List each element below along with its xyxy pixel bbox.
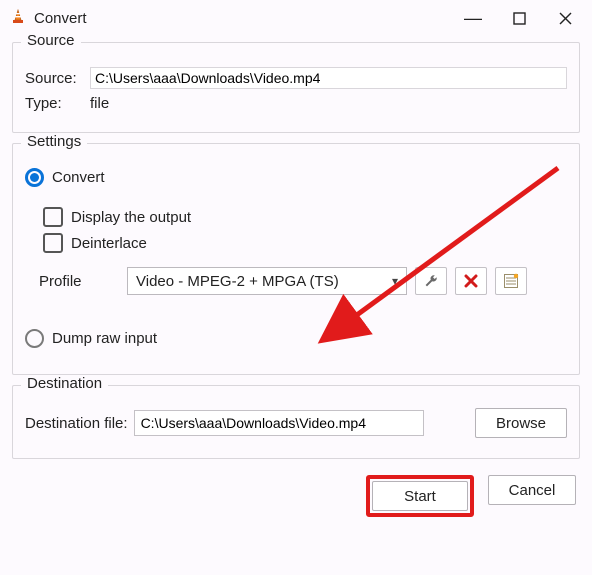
type-label: Type: (25, 95, 90, 112)
minimize-button[interactable]: — (450, 1, 496, 35)
edit-profile-button[interactable] (415, 267, 447, 295)
list-icon (503, 273, 519, 289)
dump-raw-radio[interactable] (25, 329, 44, 348)
settings-group-label: Settings (21, 133, 87, 150)
source-label: Source: (25, 70, 90, 87)
destination-input[interactable] (134, 410, 424, 436)
convert-label: Convert (52, 169, 105, 186)
profile-label: Profile (39, 273, 119, 290)
x-icon (464, 274, 478, 288)
start-button[interactable]: Start (372, 481, 468, 511)
settings-group: Settings Convert Display the output Dein… (12, 143, 580, 375)
display-output-checkbox[interactable] (43, 207, 63, 227)
window-controls: — (450, 1, 588, 35)
start-highlight: Start (366, 475, 474, 517)
vlc-icon (10, 9, 26, 28)
source-group-label: Source (21, 32, 81, 49)
titlebar: Convert — (0, 0, 592, 36)
source-group: Source Source: Type: file (12, 42, 580, 133)
delete-profile-button[interactable] (455, 267, 487, 295)
dump-raw-label: Dump raw input (52, 330, 157, 347)
cancel-button[interactable]: Cancel (488, 475, 576, 505)
destination-group-label: Destination (21, 375, 108, 392)
display-output-label: Display the output (71, 209, 191, 226)
destination-label: Destination file: (25, 415, 128, 432)
dialog-footer: Start Cancel (0, 469, 592, 527)
destination-group: Destination Destination file: Browse (12, 385, 580, 459)
new-profile-button[interactable] (495, 267, 527, 295)
window-title: Convert (34, 10, 87, 27)
deinterlace-label: Deinterlace (71, 235, 147, 252)
close-button[interactable] (542, 1, 588, 35)
browse-button[interactable]: Browse (475, 408, 567, 438)
profile-select[interactable]: Video - MPEG-2 + MPGA (TS) (127, 267, 407, 295)
source-input[interactable] (90, 67, 567, 89)
type-value: file (90, 95, 109, 112)
wrench-icon (423, 273, 439, 289)
deinterlace-checkbox[interactable] (43, 233, 63, 253)
maximize-button[interactable] (496, 1, 542, 35)
convert-radio[interactable] (25, 168, 44, 187)
